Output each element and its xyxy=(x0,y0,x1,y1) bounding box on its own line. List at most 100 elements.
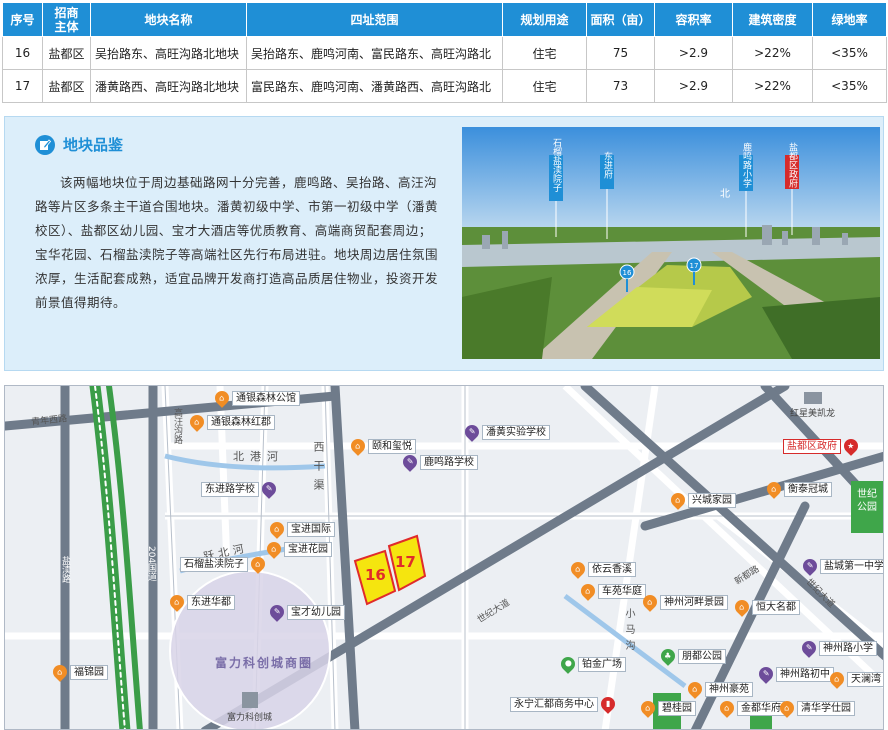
residential-icon: ⌂ xyxy=(248,554,268,574)
north-marker: 北 xyxy=(720,188,730,200)
landmark-fuli: 富力科创城 xyxy=(227,692,272,723)
svg-text:16: 16 xyxy=(623,269,632,277)
star-icon: ★ xyxy=(841,436,861,456)
col-header-density: 建筑密度 xyxy=(732,2,813,37)
cell-far: >2.9 xyxy=(654,69,733,103)
residential-icon: ⌂ xyxy=(568,559,588,579)
poi-tianlan-wan[interactable]: ⌂ 天澜湾 xyxy=(827,669,883,689)
residential-icon: ⌂ xyxy=(685,679,705,699)
poi-shenzhou-haoyuan[interactable]: ⌂ 神州豪苑 xyxy=(685,679,753,699)
cell-green: <35% xyxy=(812,36,887,70)
road-label: 204国道 xyxy=(146,546,156,582)
table-row: 17 盐都区 潘黄路西、高旺沟路北地块 富民路东、鹿鸣河南、潘黄路西、高旺沟路北… xyxy=(2,69,887,103)
cell-usage: 住宅 xyxy=(502,36,587,70)
poi-shenzhou-hepan[interactable]: ⌂ 神州河畔景园 xyxy=(640,592,728,612)
col-header-name: 地块名称 xyxy=(90,2,247,37)
school-icon: ✎ xyxy=(462,422,482,442)
building-icon xyxy=(803,392,822,404)
location-map[interactable]: 16 17 富力科创城商圈 红星美凯龙 富力科创城 世纪公园 青年西路 盐渎路 … xyxy=(4,385,884,730)
poi-dongjin-school[interactable]: 东进路学校 ✎ xyxy=(201,479,279,499)
business-circle-label: 富力科创城商圈 xyxy=(215,656,314,670)
col-header-index: 序号 xyxy=(2,2,43,37)
residential-icon: ⌂ xyxy=(167,592,187,612)
cell-boundary: 富民路东、鹿鸣河南、潘黄路西、高旺沟路北 xyxy=(246,69,503,103)
col-header-far: 容积率 xyxy=(654,2,733,37)
poi-yihe-xiyue[interactable]: ⌂ 颐和玺悦 xyxy=(348,436,416,456)
residential-icon: ⌂ xyxy=(348,436,368,456)
residential-icon: ⌂ xyxy=(638,698,658,718)
road-label: 高汪沟路 xyxy=(172,408,182,444)
poi-cheyuan-huating[interactable]: ⌂ 车苑华庭 xyxy=(578,581,646,601)
poi-yancheng-no1-middle[interactable]: ✎ 盐城第一中学 xyxy=(800,556,883,576)
cell-subject: 盐都区 xyxy=(42,69,91,103)
poi-qinghua-xueshi[interactable]: ⌂ 清华学仕园 xyxy=(777,698,855,718)
residential-icon: ⌂ xyxy=(640,592,660,612)
poi-baojin-guoji[interactable]: ⌂ 宝进国际 xyxy=(267,519,335,539)
poi-yandu-government[interactable]: 盐都区政府 ★ xyxy=(783,436,861,456)
poi-shenzhou-primary[interactable]: ✎ 神州路小学 xyxy=(799,638,877,658)
school-icon: ✎ xyxy=(267,602,287,622)
poi-fujin-yuan[interactable]: ⌂ 福锦园 xyxy=(50,662,108,682)
poi-baocai-kindergarten[interactable]: ✎ 宝才幼儿园 xyxy=(267,602,345,622)
cell-index: 17 xyxy=(2,69,43,103)
residential-icon: ⌂ xyxy=(717,698,737,718)
poi-panhuang-school[interactable]: ✎ 潘黄实验学校 xyxy=(462,422,550,442)
poi-yiyun-xiangxi[interactable]: ⌂ 依云香溪 xyxy=(568,559,636,579)
poi-xingcheng-jiayuan[interactable]: ⌂ 兴城家园 xyxy=(668,490,736,510)
poi-yongning-business[interactable]: 永宁汇都商务中心 ▮ xyxy=(510,694,618,714)
poi-bojin-plaza[interactable]: ● 铂金广场 xyxy=(558,654,626,674)
parcel-17-label: 17 xyxy=(395,553,416,571)
intro-panel: 地块品鉴 该两幅地块位于周边基础路网十分完善，鹿鸣路、吴抬路、高汪沟路等片区多条… xyxy=(4,116,884,371)
cell-green: <35% xyxy=(812,69,887,103)
cell-area: 75 xyxy=(586,36,655,70)
road-label: 小马沟 xyxy=(623,608,634,656)
poi-jindu-huafu[interactable]: ⌂ 金都华府 xyxy=(717,698,785,718)
cell-density: >22% xyxy=(732,69,813,103)
col-header-area: 面积（亩） xyxy=(586,2,655,37)
table-row: 16 盐都区 吴抬路东、高旺沟路北地块 吴抬路东、鹿鸣河南、富民路东、高旺沟路北… xyxy=(2,36,887,70)
residential-icon: ⌂ xyxy=(212,388,232,408)
poi-dongjin-huadu[interactable]: ⌂ 东进华都 xyxy=(167,592,235,612)
intro-title-label: 地块品鉴 xyxy=(63,136,124,154)
col-header-subject: 招商 主体 xyxy=(42,2,91,37)
landmark-redstar: 红星美凯龙 xyxy=(790,392,835,419)
poi-shiliu-yuanzi[interactable]: 石榴盐渎院子 ⌂ xyxy=(180,554,268,574)
col-header-green: 绿地率 xyxy=(812,2,887,37)
school-icon: ✎ xyxy=(400,452,420,472)
cell-name: 吴抬路东、高旺沟路北地块 xyxy=(90,36,247,70)
road-label: 盐渎路 xyxy=(60,556,70,583)
shopping-icon: ● xyxy=(558,654,578,674)
poi-tongyin-hongjun[interactable]: ⌂ 通银森林红郡 xyxy=(187,412,275,432)
photo-label: 东进府 xyxy=(602,150,613,179)
residential-icon: ⌂ xyxy=(267,519,287,539)
office-icon: ▮ xyxy=(598,694,618,714)
school-icon: ✎ xyxy=(799,638,819,658)
cell-index: 16 xyxy=(2,36,43,70)
photo-label: 鹿鸣路小学 xyxy=(741,141,752,187)
col-header-boundary: 四址范围 xyxy=(246,2,503,37)
building-icon xyxy=(241,692,258,708)
cell-area: 73 xyxy=(586,69,655,103)
intro-title: 地块品鉴 xyxy=(35,134,123,155)
cell-far: >2.9 xyxy=(654,36,733,70)
cell-usage: 住宅 xyxy=(502,69,587,103)
park-icon: ♣ xyxy=(658,646,678,666)
poi-luming-school[interactable]: ✎ 鹿鸣路学校 xyxy=(400,452,478,472)
svg-text:17: 17 xyxy=(690,262,699,270)
cell-name: 潘黄路西、高旺沟路北地块 xyxy=(90,69,247,103)
cell-boundary: 吴抬路东、鹿鸣河南、富民路东、高旺沟路北 xyxy=(246,36,503,70)
poi-pengdu-park[interactable]: ♣ 朋都公园 xyxy=(658,646,726,666)
residential-icon: ⌂ xyxy=(764,479,784,499)
poi-hengtai-guancheng[interactable]: ⌂ 衡泰冠城 xyxy=(764,479,832,499)
poi-biguiyuan[interactable]: ⌂ 碧桂园 xyxy=(638,698,696,718)
residential-icon: ⌂ xyxy=(668,490,688,510)
residential-icon: ⌂ xyxy=(187,412,207,432)
poi-hengda-mingdu[interactable]: ⌂ 恒大名都 xyxy=(732,597,800,617)
residential-icon: ⌂ xyxy=(777,698,797,718)
photo-label: 盐都区政府 xyxy=(787,141,798,188)
poi-baojin-huayuan[interactable]: ⌂ 宝进花园 xyxy=(264,539,332,559)
poi-tongyin-gongguan[interactable]: ⌂ 通银森林公馆 xyxy=(212,388,300,408)
residential-icon: ⌂ xyxy=(50,662,70,682)
road-label: 北港河 xyxy=(233,450,284,463)
poi-shenzhou-junior[interactable]: ✎ 神州路初中 xyxy=(756,664,834,684)
